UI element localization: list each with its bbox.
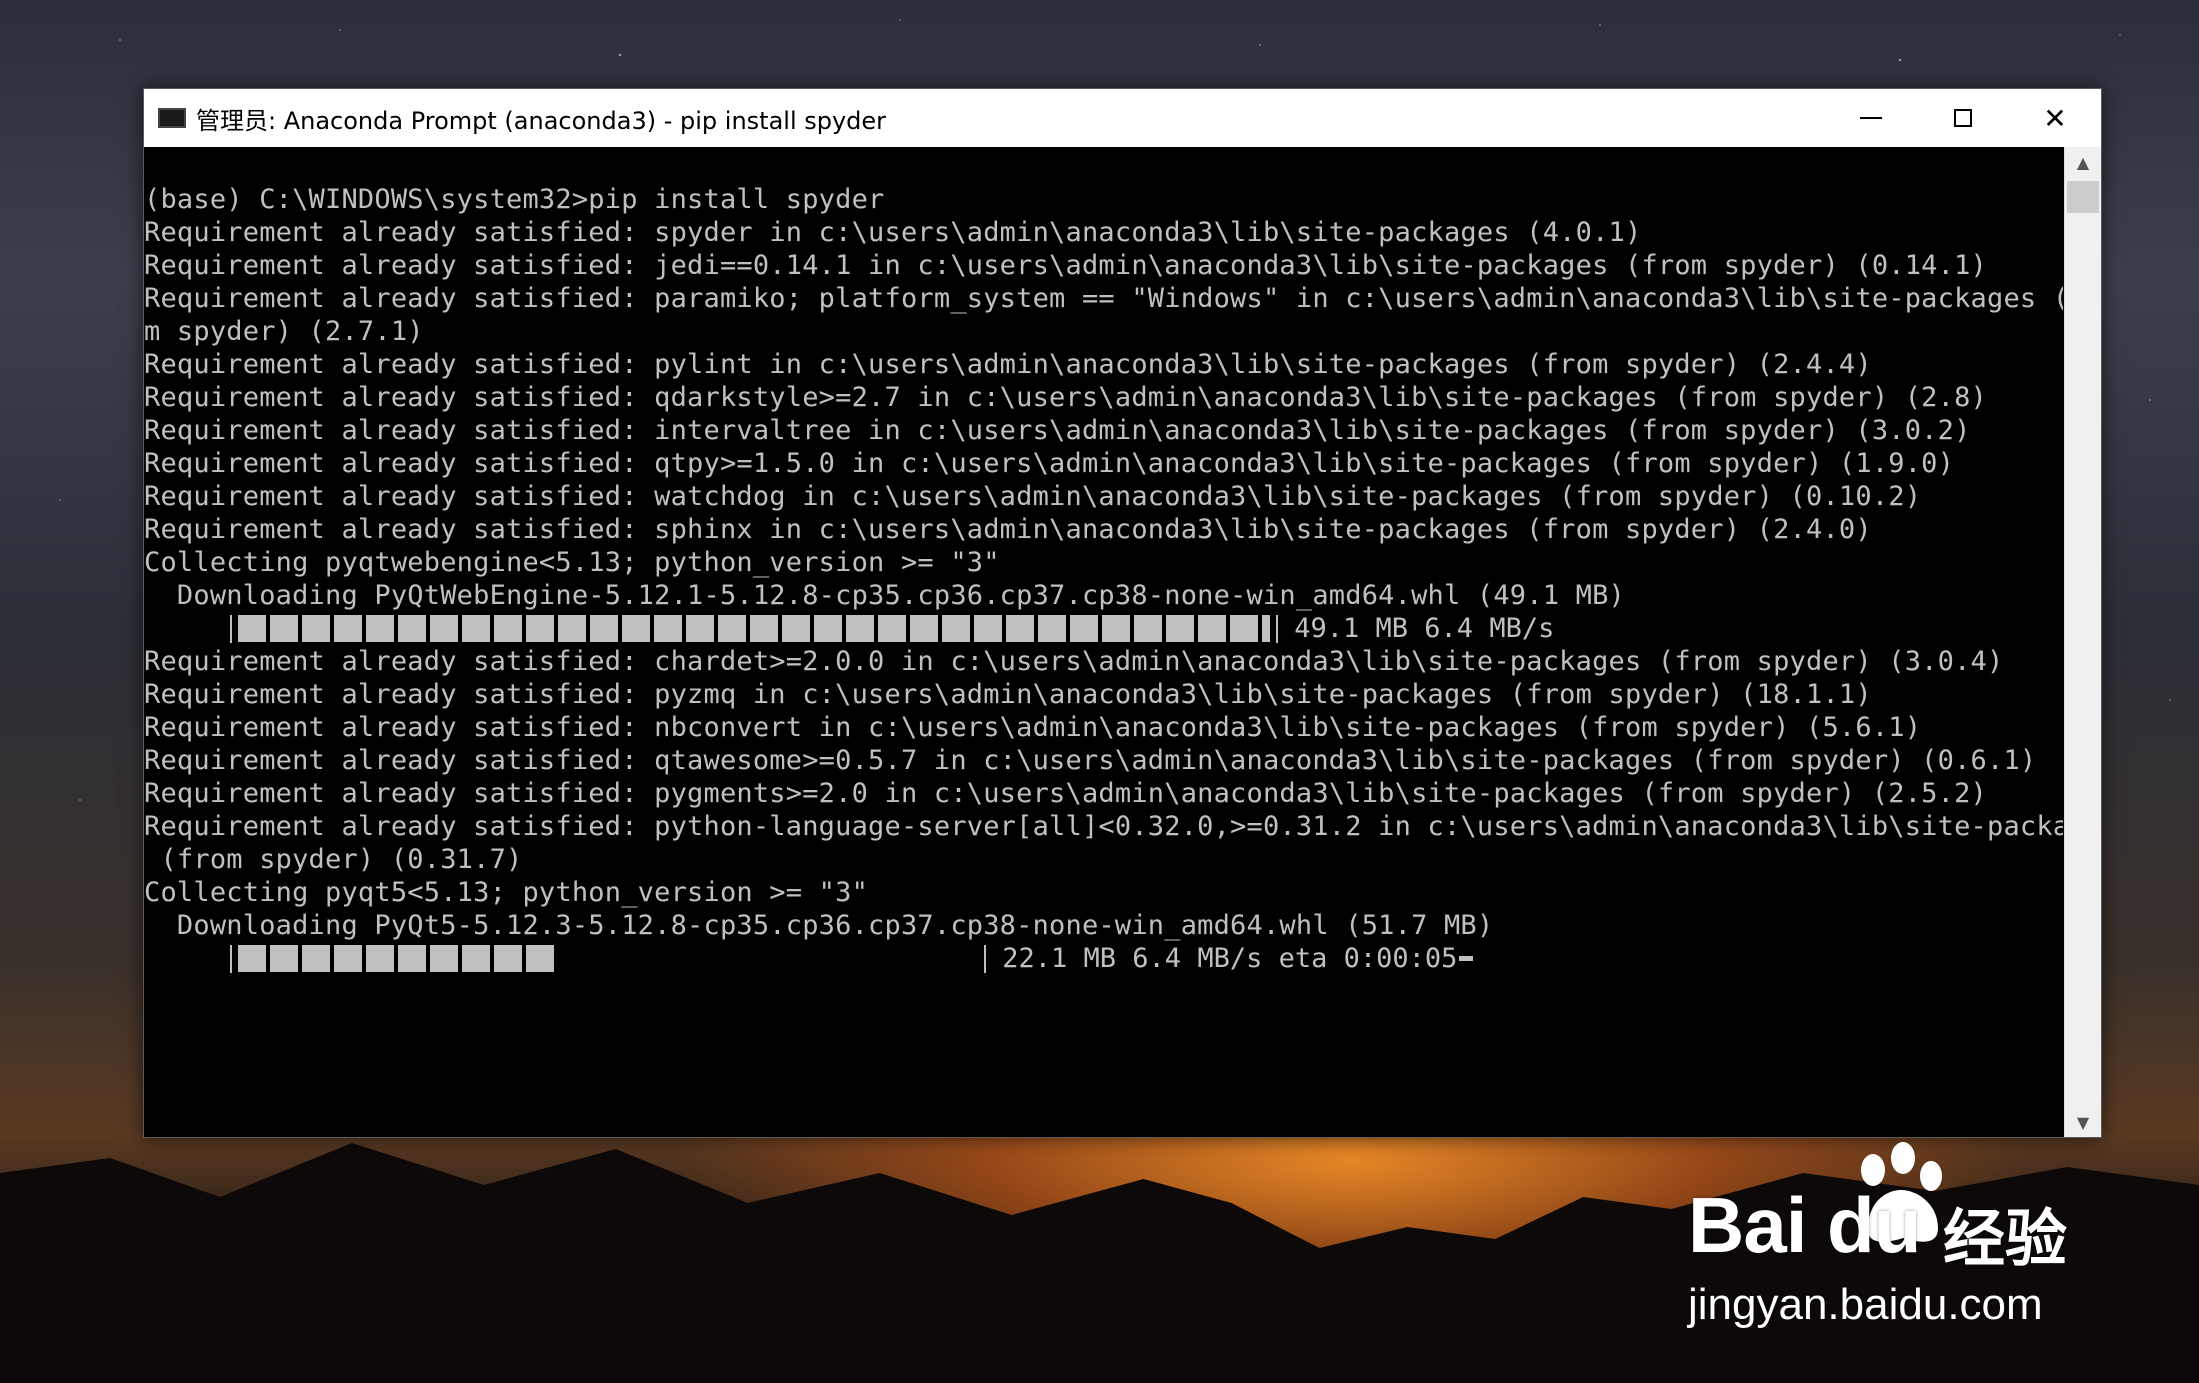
maximize-button[interactable] bbox=[1917, 89, 2009, 147]
console-line: Downloading PyQtWebEngine-5.12.1-5.12.8-… bbox=[144, 580, 1625, 611]
console-line: Requirement already satisfied: qdarkstyl… bbox=[144, 382, 1988, 413]
progress-bar-2 bbox=[238, 945, 978, 972]
vertical-scrollbar[interactable]: ▲ ▼ bbox=[2064, 147, 2101, 1137]
console-window[interactable]: 管理员: Anaconda Prompt (anaconda3) - pip i… bbox=[143, 88, 2102, 1138]
chevron-up-icon: ▲ bbox=[2076, 152, 2090, 172]
console-line: Requirement already satisfied: qtpy>=1.5… bbox=[144, 448, 1955, 479]
console-lines-1: (base) C:\WINDOWS\system32>pip install s… bbox=[144, 147, 2063, 612]
baidu-brand-cn: 经验 bbox=[1943, 1202, 2068, 1275]
chevron-down-icon: ▼ bbox=[2076, 1112, 2090, 1132]
console-line: Requirement already satisfied: intervalt… bbox=[144, 415, 1971, 446]
close-button[interactable]: ✕ bbox=[2009, 89, 2101, 147]
console-line: Requirement already satisfied: pylint in… bbox=[144, 349, 1872, 380]
console-line: Requirement already satisfied: qtawesome… bbox=[144, 745, 2037, 776]
console-line: Requirement already satisfied: python-la… bbox=[144, 811, 2063, 842]
console-line: Requirement already satisfied: jedi==0.1… bbox=[144, 250, 1988, 281]
text-cursor bbox=[1459, 956, 1474, 961]
console-line: Requirement already satisfied: spyder in… bbox=[144, 217, 1642, 248]
baidu-watermark: Bai du 经验 jingyan.baidu.com bbox=[1688, 1140, 2108, 1340]
console-line: m spyder) (2.7.1) bbox=[144, 316, 424, 347]
progress-line-1: 49.1 MB 6.4 MB/s bbox=[144, 612, 2063, 645]
maximize-icon bbox=[1954, 109, 1972, 127]
progress-text-2: 22.1 MB 6.4 MB/s eta 0:00:05 bbox=[986, 943, 1458, 974]
scroll-up-button[interactable]: ▲ bbox=[2065, 147, 2101, 177]
title-bar[interactable]: 管理员: Anaconda Prompt (anaconda3) - pip i… bbox=[144, 89, 2101, 147]
console-line: (from spyder) (0.31.7) bbox=[144, 844, 523, 875]
console-line: Downloading PyQt5-5.12.3-5.12.8-cp35.cp3… bbox=[144, 910, 1494, 941]
baidu-brand-text: Bai du bbox=[1688, 1181, 1921, 1269]
console-line: Requirement already satisfied: chardet>=… bbox=[144, 646, 2004, 677]
scrollbar-thumb[interactable] bbox=[2067, 181, 2099, 213]
console-line: Collecting pyqtwebengine<5.13; python_ve… bbox=[144, 547, 1000, 578]
progress-fill-2 bbox=[238, 945, 557, 972]
console-line: Requirement already satisfied: pygments>… bbox=[144, 778, 1988, 809]
window-controls: ✕ bbox=[1825, 89, 2101, 147]
console-app-icon bbox=[158, 108, 186, 128]
console-output[interactable]: (base) C:\WINDOWS\system32>pip install s… bbox=[144, 147, 2063, 1137]
progress-left-pipe bbox=[230, 944, 232, 973]
console-line: (base) C:\WINDOWS\system32>pip install s… bbox=[144, 184, 885, 215]
baidu-url: jingyan.baidu.com bbox=[1688, 1280, 2043, 1329]
scroll-down-button[interactable]: ▼ bbox=[2065, 1107, 2101, 1137]
close-icon: ✕ bbox=[2043, 101, 2067, 135]
progress-line-2: 22.1 MB 6.4 MB/s eta 0:00:05 bbox=[144, 942, 2063, 975]
window-title: 管理员: Anaconda Prompt (anaconda3) - pip i… bbox=[196, 106, 887, 135]
progress-fill-1 bbox=[238, 615, 1270, 642]
minimize-button[interactable] bbox=[1825, 89, 1917, 147]
console-line: Requirement already satisfied: pyzmq in … bbox=[144, 679, 1872, 710]
console-line: Requirement already satisfied: watchdog … bbox=[144, 481, 1922, 512]
console-line: Requirement already satisfied: paramiko;… bbox=[144, 283, 2063, 314]
progress-bar-1 bbox=[238, 615, 1270, 642]
console-lines-2: Requirement already satisfied: chardet>=… bbox=[144, 645, 2063, 942]
console-line: Requirement already satisfied: nbconvert… bbox=[144, 712, 1922, 743]
console-line: Collecting pyqt5<5.13; python_version >=… bbox=[144, 877, 869, 908]
progress-text-1: 49.1 MB 6.4 MB/s bbox=[1278, 613, 1555, 644]
progress-left-pipe bbox=[230, 614, 232, 643]
minimize-icon bbox=[1860, 117, 1882, 119]
console-line: Requirement already satisfied: sphinx in… bbox=[144, 514, 1872, 545]
